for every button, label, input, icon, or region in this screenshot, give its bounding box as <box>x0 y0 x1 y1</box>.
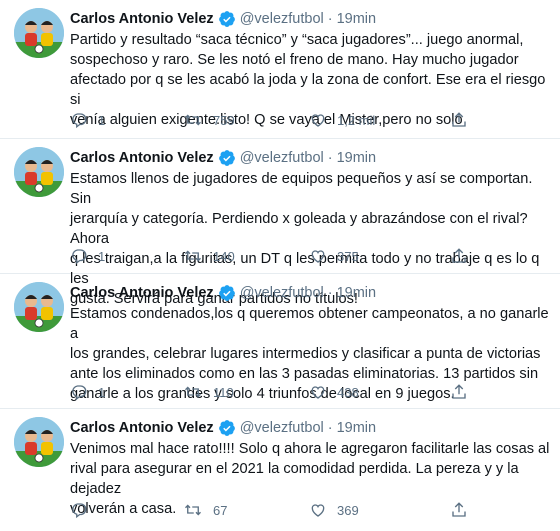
tweet-thread: Carlos Antonio Velez @velezfutbol · 19mi… <box>0 0 560 531</box>
author-handle[interactable]: @velezfutbol <box>240 10 324 28</box>
author-name[interactable]: Carlos Antonio Velez <box>70 284 214 302</box>
reply-button[interactable]: 1 <box>70 383 105 401</box>
avatar[interactable] <box>14 8 64 58</box>
tweet-header: Carlos Antonio Velez @velezfutbol · 19mi… <box>70 419 376 437</box>
share-button[interactable] <box>450 111 468 129</box>
author-handle[interactable]: @velezfutbol <box>240 419 324 437</box>
share-button[interactable] <box>450 383 468 401</box>
retweet-button[interactable]: 67 <box>183 501 227 519</box>
retweet-count: 110 <box>213 384 234 400</box>
retweet-icon <box>185 250 201 262</box>
reply-count: 1 <box>98 112 106 128</box>
separator-dot: · <box>327 285 333 301</box>
author-handle[interactable]: @velezfutbol <box>240 149 324 167</box>
tweet-actions: 1 140 375 <box>70 247 470 267</box>
author-name[interactable]: Carlos Antonio Velez <box>70 419 214 437</box>
reply-count: 1 <box>98 384 106 400</box>
like-icon <box>311 250 325 263</box>
reply-button[interactable]: 1 <box>70 111 105 129</box>
retweet-count: 67 <box>213 502 228 518</box>
avatar[interactable] <box>14 147 64 197</box>
share-icon <box>452 384 466 399</box>
like-button[interactable]: 438 <box>309 383 359 401</box>
share-icon <box>452 112 466 127</box>
share-button[interactable] <box>450 501 468 519</box>
avatar[interactable] <box>14 282 64 332</box>
timestamp[interactable]: 19min <box>337 10 377 28</box>
like-count: 369 <box>337 502 359 518</box>
like-icon <box>311 114 325 127</box>
reply-icon <box>72 249 87 265</box>
like-button[interactable]: 369 <box>309 501 359 519</box>
tweet[interactable]: Carlos Antonio Velez @velezfutbol · 19mi… <box>0 274 560 409</box>
retweet-icon <box>185 114 201 126</box>
timestamp[interactable]: 19min <box>337 284 377 302</box>
like-button[interactable]: 1,2 mil <box>309 111 375 129</box>
like-icon <box>311 504 325 517</box>
like-count: 1,2 mil <box>337 112 376 128</box>
reply-button[interactable] <box>70 501 98 519</box>
retweet-button[interactable]: 759 <box>183 111 235 129</box>
share-icon <box>452 248 466 263</box>
tweet-header: Carlos Antonio Velez @velezfutbol · 19mi… <box>70 10 376 28</box>
reply-icon <box>72 503 87 519</box>
retweet-button[interactable]: 140 <box>183 247 235 265</box>
verified-badge-icon <box>218 284 236 302</box>
like-count: 438 <box>337 384 359 400</box>
tweet-actions: 67 369 <box>70 501 470 521</box>
retweet-icon <box>185 504 201 516</box>
verified-badge-icon <box>218 419 236 437</box>
tweet[interactable]: Carlos Antonio Velez @velezfutbol · 19mi… <box>0 0 560 139</box>
share-icon <box>452 502 466 517</box>
reply-button[interactable]: 1 <box>70 247 105 265</box>
reply-count: 1 <box>98 248 106 264</box>
retweet-icon <box>185 386 201 398</box>
tweet[interactable]: Carlos Antonio Velez @velezfutbol · 19mi… <box>0 409 560 531</box>
retweet-count: 759 <box>213 112 235 128</box>
verified-badge-icon <box>218 149 236 167</box>
avatar[interactable] <box>14 417 64 467</box>
like-button[interactable]: 375 <box>309 247 359 265</box>
tweet-actions: 1 110 438 <box>70 383 470 403</box>
separator-dot: · <box>327 11 333 27</box>
like-count: 375 <box>337 248 359 264</box>
author-name[interactable]: Carlos Antonio Velez <box>70 10 214 28</box>
reply-icon <box>72 385 87 401</box>
retweet-count: 140 <box>213 248 235 264</box>
tweet-header: Carlos Antonio Velez @velezfutbol · 19mi… <box>70 149 376 167</box>
separator-dot: · <box>327 420 333 436</box>
author-handle[interactable]: @velezfutbol <box>240 284 324 302</box>
verified-badge-icon <box>218 10 236 28</box>
tweet-header: Carlos Antonio Velez @velezfutbol · 19mi… <box>70 284 376 302</box>
reply-icon <box>72 113 87 129</box>
retweet-button[interactable]: 110 <box>183 383 234 401</box>
tweet[interactable]: Carlos Antonio Velez @velezfutbol · 19mi… <box>0 139 560 307</box>
author-name[interactable]: Carlos Antonio Velez <box>70 149 214 167</box>
tweet-actions: 1 759 1,2 mil <box>70 111 470 131</box>
like-icon <box>311 386 325 399</box>
share-button[interactable] <box>450 247 468 265</box>
timestamp[interactable]: 19min <box>337 149 377 167</box>
separator-dot: · <box>327 150 333 166</box>
timestamp[interactable]: 19min <box>337 419 377 437</box>
